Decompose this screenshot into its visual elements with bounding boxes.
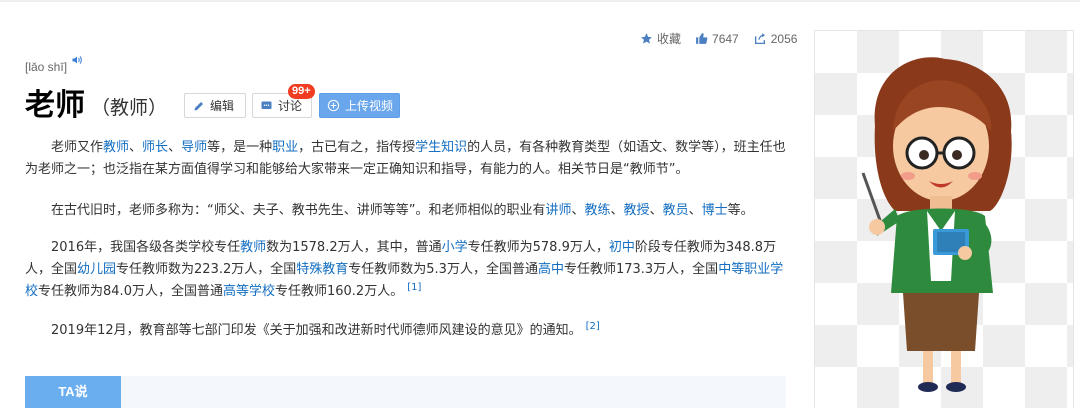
pinyin-row: [lǎo shī]	[25, 53, 83, 74]
paragraph-text: 专任教师数为5.3万人，全国普通	[348, 262, 538, 277]
summary-paragraph: 2019年12月，教育部等七部门印发《关于加强和改进新时代师德师风建设的意见》的…	[25, 320, 600, 342]
paragraph-text: 、	[571, 203, 585, 218]
inline-link[interactable]: 高中	[538, 262, 564, 277]
entry-title-row: 老师 （教师）	[25, 86, 167, 126]
inline-link[interactable]: 高等学校	[223, 284, 275, 299]
reference-link[interactable]: [1]	[407, 282, 421, 293]
chat-icon	[261, 101, 272, 109]
inline-link[interactable]: 教员	[663, 203, 689, 218]
paragraph-text: 、	[168, 140, 182, 155]
entry-stats: 收藏 7647 2056	[640, 30, 811, 47]
page-subtitle: （教师）	[91, 97, 168, 119]
inline-link[interactable]: 导师	[181, 140, 207, 155]
paragraph-text: 2016年，我国各级各类学校专任	[51, 240, 241, 255]
summary-paragraph: 2016年，我国各级各类学校专任教师数为1578.2万人，其中，普通小学专任教师…	[25, 237, 787, 303]
paragraph-text: 等，是一种	[207, 140, 273, 155]
star-icon	[641, 33, 652, 44]
paragraph-text: 、	[129, 140, 143, 155]
collect-label: 收藏	[657, 32, 682, 46]
paragraph-text: 在古代旧时，老师多称为：“师父、夫子、教书先生、讲师等等”。和老师相似的职业有	[51, 203, 546, 218]
inline-link[interactable]: 学生	[415, 140, 441, 155]
inline-link[interactable]: 知识	[441, 140, 467, 155]
inline-link[interactable]: 特殊教育	[296, 262, 348, 277]
paragraph-text: 专任教师为578.9万人，	[467, 240, 609, 255]
pencil-icon	[194, 101, 203, 110]
inline-link[interactable]: 师长	[142, 140, 168, 155]
inline-link[interactable]: 博士	[702, 203, 728, 218]
tab-ta-shuo[interactable]: TA说	[25, 376, 121, 408]
upload-label: 上传视频	[345, 99, 394, 113]
thumbs-up-icon	[696, 33, 708, 44]
discuss-count-badge: 99+	[288, 84, 315, 99]
summary-paragraph: 在古代旧时，老师多称为：“师父、夫子、教书先生、讲师等等”。和老师相似的职业有讲…	[25, 200, 754, 222]
summary-paragraph: 老师又作教师、师长、导师等，是一种职业，古已有之，指传授学生知识的人员，有各种教…	[25, 137, 787, 181]
collect-button[interactable]: 收藏	[640, 30, 681, 47]
paragraph-text: 专任教师173.3万人，全国	[563, 262, 719, 277]
paragraph-text: 专任教师160.2万人。	[274, 284, 404, 299]
paragraph-text: ，古已有之，指传授	[298, 140, 416, 155]
paragraph-text: 数为1578.2万人，其中，普通	[266, 240, 442, 255]
speaker-icon[interactable]	[71, 54, 83, 66]
share-button[interactable]: 2056	[753, 31, 798, 46]
paragraph-text: 、	[649, 203, 663, 218]
inline-link[interactable]: 职业	[272, 140, 298, 155]
inline-link[interactable]: 幼儿园	[77, 262, 116, 277]
entry-image[interactable]	[814, 30, 1074, 408]
inline-link[interactable]: 教师	[103, 140, 129, 155]
inline-link[interactable]: 教练	[585, 203, 611, 218]
edit-button[interactable]: 编辑	[184, 93, 246, 118]
plus-circle-icon	[327, 99, 340, 112]
ta-section-bar	[25, 376, 786, 408]
paragraph-text: 2019年12月，教育部等七部门印发《关于加强和改进新时代师德师风建设的意见》的…	[51, 323, 582, 338]
share-icon	[754, 33, 765, 45]
inline-link[interactable]: 教授	[624, 203, 650, 218]
paragraph-text: 老师又作	[51, 140, 104, 155]
like-button[interactable]: 7647	[695, 32, 739, 46]
paragraph-text: 等。	[727, 203, 754, 218]
like-count: 7647	[712, 31, 739, 46]
paragraph-text: 专任教师数为223.2万人，全国	[116, 262, 297, 277]
pinyin-text: [lǎo shī]	[25, 60, 68, 74]
edit-label: 编辑	[210, 99, 235, 113]
paragraph-text: 、	[688, 203, 702, 218]
discuss-label: 讨论	[278, 99, 303, 113]
reference-link[interactable]: [2]	[586, 321, 600, 332]
paragraph-text: 专任教师为84.0万人，全国普通	[38, 284, 223, 299]
share-count: 2056	[770, 31, 798, 46]
inline-link[interactable]: 教师	[240, 240, 266, 255]
inline-link[interactable]: 小学	[442, 240, 468, 255]
top-divider	[0, 0, 1080, 2]
inline-link[interactable]: 讲师	[545, 203, 571, 218]
inline-link[interactable]: 初中	[609, 240, 635, 255]
teacher-illustration	[861, 57, 1012, 392]
upload-video-button[interactable]: 上传视频	[319, 93, 400, 118]
page-title: 老师	[25, 88, 85, 123]
paragraph-text: 、	[610, 203, 624, 218]
